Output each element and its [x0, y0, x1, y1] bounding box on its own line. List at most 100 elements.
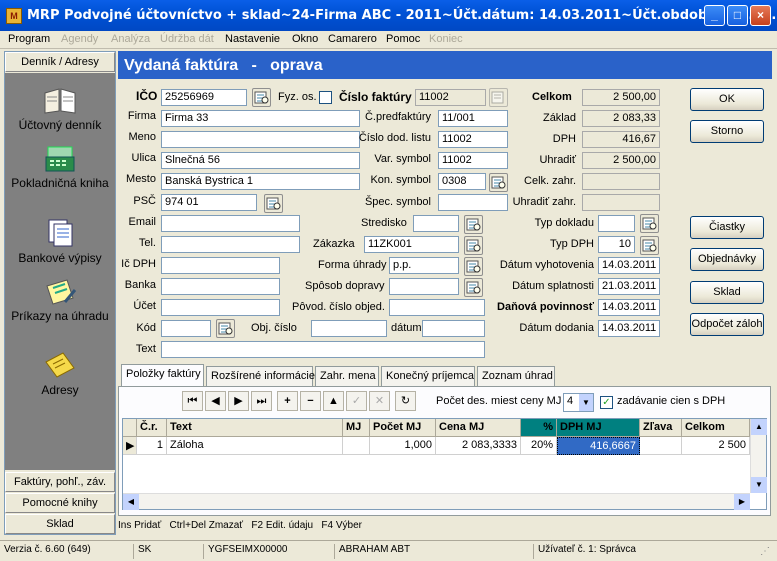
banka-input[interactable]: [161, 278, 280, 295]
tab-sklad[interactable]: Sklad: [5, 514, 115, 534]
scroll-up-icon[interactable]: ▲: [751, 419, 767, 435]
tab-pomocne-knihy[interactable]: Pomocné knihy: [5, 493, 115, 513]
typ-dph-lookup-button[interactable]: [640, 236, 659, 255]
danova-povinnost-input[interactable]: 14.03.2011: [598, 299, 660, 316]
sposob-dopravy-input[interactable]: [389, 278, 459, 295]
close-button[interactable]: ×: [750, 5, 771, 26]
cell-pocet-mj[interactable]: 1,000: [370, 437, 436, 455]
tab-rozsirene-informacie[interactable]: Rozšírené informácie: [206, 366, 315, 386]
menu-nastavenie[interactable]: Nastavenie: [225, 33, 280, 45]
nav-item-prikazy-na-uhradu[interactable]: Príkazy na úhradu: [5, 276, 115, 323]
horizontal-scrollbar[interactable]: ◀ ▶: [123, 493, 750, 510]
kod-input[interactable]: [161, 320, 211, 337]
tab-konecny-prijemca[interactable]: Konečný príjemca: [381, 366, 475, 386]
psc-lookup-button[interactable]: [264, 194, 283, 213]
menu-camarero[interactable]: Camarero: [328, 33, 377, 45]
ok-button[interactable]: OK: [690, 88, 764, 111]
app-icon[interactable]: M: [6, 8, 22, 24]
post-record-button[interactable]: ✓: [346, 391, 367, 411]
column-header-percent[interactable]: %: [521, 419, 557, 437]
tab-zoznam-uhrad[interactable]: Zoznam úhrad: [477, 366, 555, 386]
cell-celkom[interactable]: 2 500: [682, 437, 750, 455]
meno-input[interactable]: [161, 131, 360, 148]
column-header-cr[interactable]: Č.r.: [137, 419, 167, 437]
polozky-grid[interactable]: Č.r. Text MJ Počet MJ Cena MJ % DPH MJ Z…: [122, 418, 767, 510]
typ-dph-input[interactable]: 10: [598, 236, 635, 253]
ciastky-button[interactable]: Čiastky: [690, 216, 764, 239]
cell-cena-mj[interactable]: 2 083,3333: [436, 437, 521, 455]
tel-input[interactable]: [161, 236, 300, 253]
zadavanie-cien-s-dph-checkbox[interactable]: ✓: [600, 396, 613, 409]
menu-okno[interactable]: Okno: [292, 33, 318, 45]
maximize-button[interactable]: □: [727, 5, 748, 26]
nav-item-bankove-vypisy[interactable]: Bankové výpisy: [5, 218, 115, 265]
nav-item-pokladnicna-kniha[interactable]: Pokladničná kniha: [5, 143, 115, 190]
delete-record-button[interactable]: −: [300, 391, 321, 411]
psc-input[interactable]: 974 01: [161, 194, 257, 211]
kon-symbol-input[interactable]: 0308: [438, 173, 486, 190]
povod-cislo-input[interactable]: [389, 299, 485, 316]
cislo-faktury-input[interactable]: 11002: [415, 89, 486, 106]
cislo-dod-listu-input[interactable]: 11002: [438, 131, 508, 148]
column-header-zlava[interactable]: Zľava: [640, 419, 682, 437]
spec-symbol-input[interactable]: [438, 194, 508, 211]
email-input[interactable]: [161, 215, 300, 232]
cislo-faktury-lookup-button[interactable]: [489, 88, 508, 107]
datum-dodania-input[interactable]: 14.03.2011: [598, 320, 660, 337]
sposob-dopravy-lookup-button[interactable]: [464, 278, 483, 297]
odpocet-zaloh-button[interactable]: Odpočet záloh: [690, 313, 764, 336]
tab-polozky-faktury[interactable]: Položky faktúry: [121, 364, 204, 387]
fyz-os-checkbox[interactable]: [319, 91, 332, 104]
edit-record-button[interactable]: ▲: [323, 391, 344, 411]
column-header-dph-mj[interactable]: DPH MJ: [557, 419, 640, 437]
icdph-input[interactable]: [161, 257, 280, 274]
typ-dokladu-lookup-button[interactable]: [640, 214, 659, 233]
ucet-input[interactable]: [161, 299, 280, 316]
scroll-right-icon[interactable]: ▶: [734, 494, 750, 510]
cpredfaktury-input[interactable]: 11/001: [438, 110, 508, 127]
ulica-input[interactable]: Slnečná 56: [161, 152, 360, 169]
vertical-scrollbar[interactable]: ▲ ▼: [750, 419, 767, 493]
first-record-button[interactable]: ⏮: [182, 391, 203, 411]
objednavky-button[interactable]: Objednávky: [690, 248, 764, 271]
storno-button[interactable]: Storno: [690, 120, 764, 143]
kod-lookup-button[interactable]: [216, 319, 235, 338]
cell-mj[interactable]: [343, 437, 370, 455]
sklad-button[interactable]: Sklad: [690, 281, 764, 304]
tab-dennik-adresy[interactable]: Denník / Adresy: [5, 52, 115, 72]
column-header-mj[interactable]: MJ: [343, 419, 370, 437]
forma-uhrady-lookup-button[interactable]: [464, 257, 483, 276]
last-record-button[interactable]: ⏭: [251, 391, 272, 411]
column-header-celkom[interactable]: Celkom: [682, 419, 750, 437]
stredisko-input[interactable]: [413, 215, 459, 232]
next-record-button[interactable]: ▶: [228, 391, 249, 411]
forma-uhrady-input[interactable]: p.p.: [389, 257, 459, 274]
cell-zlava[interactable]: [640, 437, 682, 455]
firma-input[interactable]: Firma 33: [161, 110, 360, 127]
cell-text[interactable]: Záloha: [167, 437, 343, 455]
obj-datum-input[interactable]: [422, 320, 485, 337]
cell-percent[interactable]: 20%: [521, 437, 557, 455]
obj-cislo-input[interactable]: [311, 320, 387, 337]
resize-grip-icon[interactable]: ⋰: [760, 546, 770, 557]
ico-lookup-button[interactable]: [252, 88, 271, 107]
datum-vyhotovenia-input[interactable]: 14.03.2011: [598, 257, 660, 274]
column-header-cena-mj[interactable]: Cena MJ: [436, 419, 521, 437]
nav-item-uctovny-dennik[interactable]: Účtovný denník: [5, 85, 115, 132]
tab-faktury[interactable]: Faktúry, pohľ., záv.: [5, 472, 115, 492]
mesto-input[interactable]: Banská Bystrica 1: [161, 173, 360, 190]
add-record-button[interactable]: +: [277, 391, 298, 411]
cell-cr[interactable]: 1: [137, 437, 167, 455]
menu-program[interactable]: Program: [8, 33, 50, 45]
tab-zahr-mena[interactable]: Zahr. mena: [315, 366, 379, 386]
stredisko-lookup-button[interactable]: [464, 215, 483, 234]
text-input[interactable]: [161, 341, 485, 358]
title-bar[interactable]: M MRP Podvojné účtovníctvo + sklad~24-Fi…: [0, 0, 777, 31]
menu-pomoc[interactable]: Pomoc: [386, 33, 420, 45]
column-header-pocet-mj[interactable]: Počet MJ: [370, 419, 436, 437]
scroll-left-icon[interactable]: ◀: [123, 494, 139, 510]
cancel-record-button[interactable]: ✕: [369, 391, 390, 411]
zakazka-input[interactable]: 11ZK001: [364, 236, 459, 253]
scroll-down-icon[interactable]: ▼: [751, 477, 767, 493]
pocet-des-miest-select[interactable]: 4 ▼: [563, 393, 594, 412]
